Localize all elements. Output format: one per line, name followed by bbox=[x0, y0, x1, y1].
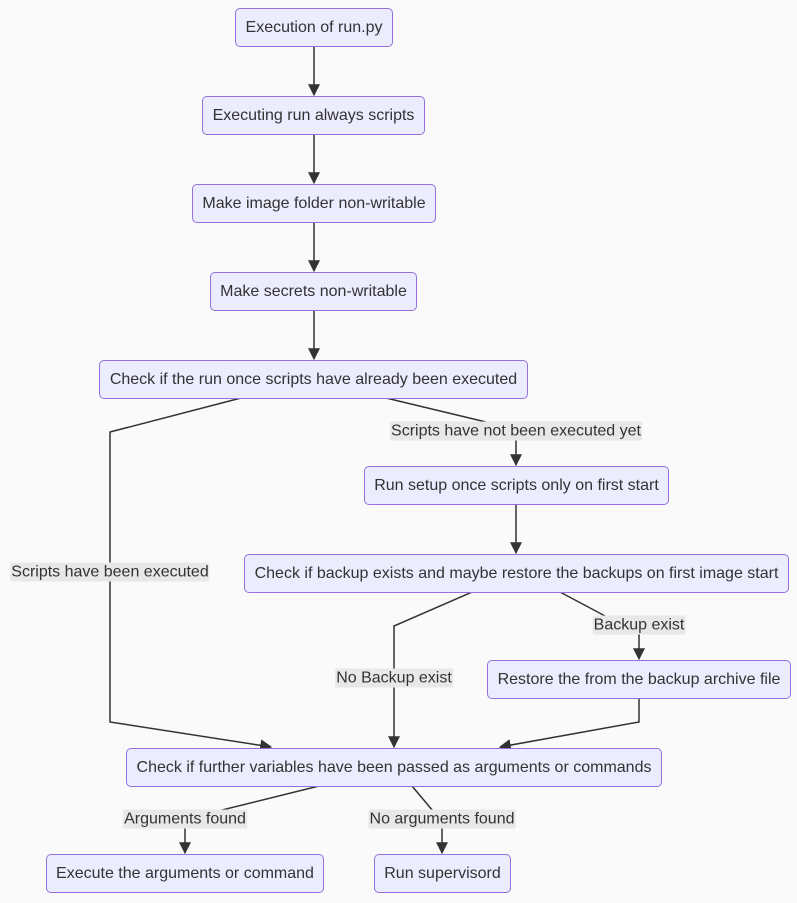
node-run-supervisord: Run supervisord bbox=[374, 854, 511, 893]
edge-label-executed: Scripts have been executed bbox=[10, 562, 210, 582]
node-check-backup-exists: Check if backup exists and maybe restore… bbox=[244, 554, 789, 593]
node-execution-of-run-py: Execution of run.py bbox=[235, 8, 393, 47]
node-make-image-folder-non-writable: Make image folder non-writable bbox=[192, 184, 436, 223]
node-check-run-once-executed: Check if the run once scripts have alrea… bbox=[99, 360, 528, 399]
edge-label-no-arguments-found: No arguments found bbox=[368, 809, 516, 829]
node-execute-arguments: Execute the arguments or command bbox=[46, 854, 324, 893]
node-restore-backup-archive: Restore the from the backup archive file bbox=[487, 660, 791, 699]
edge-label-backup-exist: Backup exist bbox=[592, 615, 686, 635]
edge-label-no-backup: No Backup exist bbox=[335, 668, 453, 688]
edge-n8-n9 bbox=[498, 698, 640, 751]
edge-label-not-executed: Scripts have not been executed yet bbox=[390, 421, 642, 441]
node-make-secrets-non-writable: Make secrets non-writable bbox=[210, 272, 417, 311]
edge-label-arguments-found: Arguments found bbox=[123, 809, 247, 829]
node-run-setup-once-scripts: Run setup once scripts only on first sta… bbox=[364, 466, 669, 505]
node-executing-run-always-scripts: Executing run always scripts bbox=[202, 96, 425, 135]
node-check-further-variables: Check if further variables have been pas… bbox=[126, 748, 662, 787]
